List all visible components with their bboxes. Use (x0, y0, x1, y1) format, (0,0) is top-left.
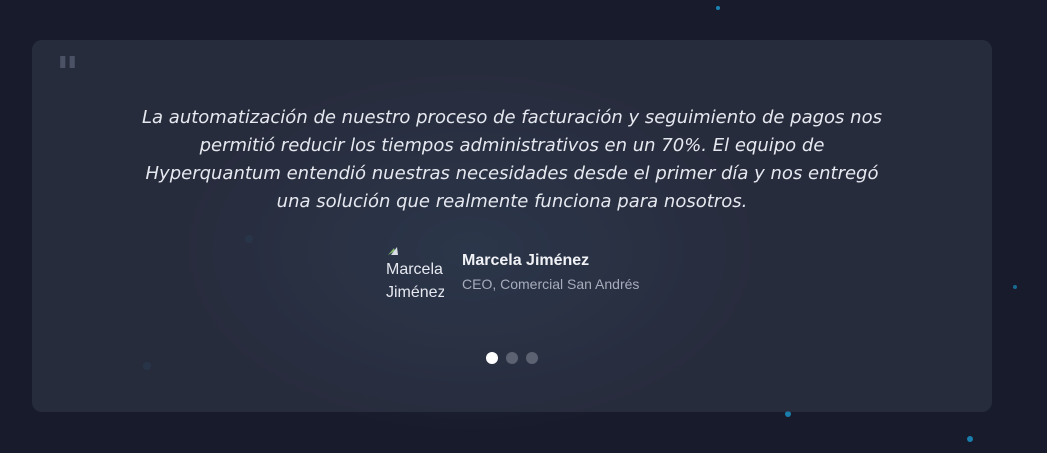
particle-dot (967, 436, 973, 442)
testimonial-author: Marcela Jiménez Marcela Jiménez CEO, Com… (384, 242, 639, 302)
quote-mark-icon: " (56, 48, 79, 99)
author-info: Marcela Jiménez CEO, Comercial San André… (462, 251, 639, 293)
carousel-dot-1[interactable] (486, 352, 498, 364)
particle-dot (716, 6, 720, 10)
particle-dot (1013, 285, 1017, 289)
carousel-dot-2[interactable] (506, 352, 518, 364)
testimonial-quote: La automatización de nuestro proceso de … (142, 107, 882, 212)
carousel-pagination (486, 352, 538, 364)
testimonial-card: " La automatización de nuestro proceso d… (32, 40, 992, 412)
carousel-dot-3[interactable] (526, 352, 538, 364)
broken-image-icon (388, 247, 398, 255)
author-name: Marcela Jiménez (462, 252, 590, 269)
avatar: Marcela Jiménez (384, 242, 444, 302)
avatar-alt-text: Marcela Jiménez (386, 261, 444, 301)
author-role: CEO, Comercial San Andrés (462, 276, 640, 292)
